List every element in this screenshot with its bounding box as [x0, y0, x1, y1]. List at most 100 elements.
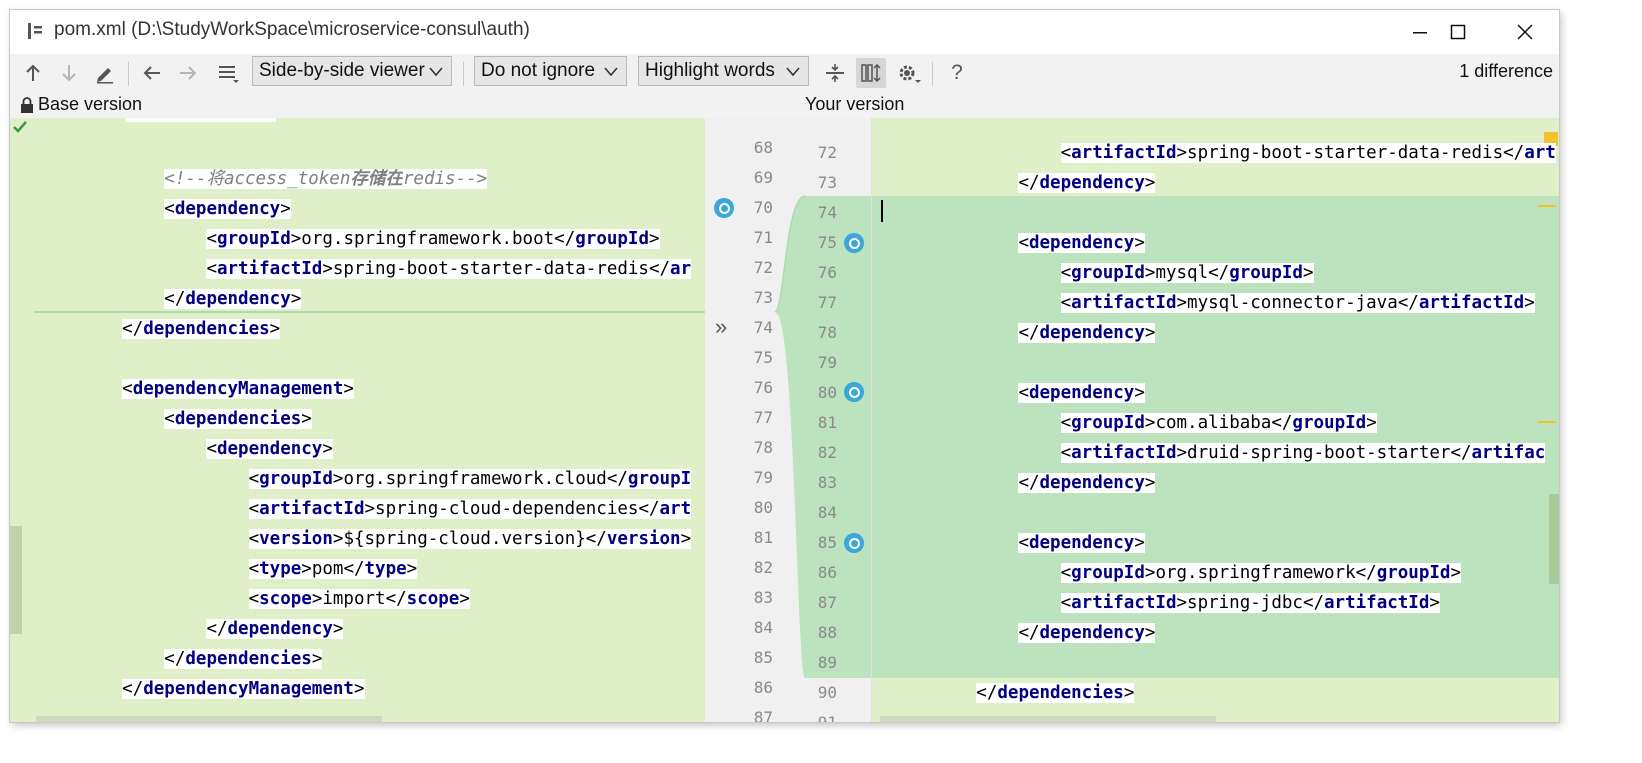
code-token: >: [1144, 263, 1156, 283]
help-button[interactable]: ?: [942, 58, 972, 88]
base-line-number: 78: [753, 438, 773, 457]
collapse-unchanged-button[interactable]: [820, 58, 850, 88]
close-button[interactable]: [1495, 10, 1555, 54]
code-line: </dependencyManagement>: [80, 674, 705, 704]
code-token: ar: [670, 259, 692, 279]
diff-badge-80[interactable]: [844, 382, 864, 402]
code-token: >: [301, 409, 312, 429]
left-scroll-marker: [10, 526, 22, 634]
code-token: pom: [311, 559, 344, 579]
code-token: artifactId: [1418, 293, 1525, 313]
code-token: </: [122, 319, 144, 339]
ignore-whitespace-select[interactable]: Do not ignore: [474, 56, 627, 86]
code-line: <dependency>: [892, 528, 1559, 558]
code-token: </: [385, 589, 407, 609]
code-token: dependencyManagement: [143, 679, 354, 699]
code-token: dependency: [227, 619, 333, 639]
close-icon: [1517, 24, 1533, 40]
code-line: <artifactId>druid-spring-boot-starter</a…: [892, 438, 1559, 468]
edit-source-button[interactable]: [90, 58, 120, 88]
code-token: dependencies: [997, 683, 1124, 703]
viewer-mode-select[interactable]: Side-by-side viewer: [252, 56, 452, 86]
compare-previous-file-button[interactable]: [137, 58, 167, 88]
code-token: groupId: [259, 469, 333, 489]
code-line: <groupId>com.alibaba</groupId>: [892, 408, 1559, 438]
highlight-mode-value: Highlight words: [645, 60, 775, 81]
code-token: >: [311, 649, 323, 669]
code-token: artifactId: [1071, 143, 1177, 163]
code-token: artifactId: [1324, 593, 1430, 613]
synchronize-scrolling-button[interactable]: [856, 58, 886, 88]
code-token: <: [164, 409, 175, 429]
code-token: <: [1060, 413, 1072, 433]
code-token: >: [301, 559, 312, 579]
next-difference-button[interactable]: [54, 58, 84, 88]
code-line: </dependency>: [80, 614, 705, 644]
chevron-down-icon: [429, 67, 443, 77]
code-line: <!--将access_token存储在redis-->: [80, 164, 705, 194]
code-token: <: [1060, 593, 1072, 613]
your-line-number: 77: [817, 293, 837, 312]
base-version-editor[interactable]: <!--将access_token存储在redis--> < dependency…: [10, 118, 705, 722]
base-line-number: 75: [753, 348, 773, 367]
maximize-button[interactable]: [1428, 10, 1488, 54]
code-token: </: [554, 229, 576, 249]
code-token: groupI: [627, 469, 692, 489]
code-token: </: [1271, 413, 1293, 433]
your-version-editor[interactable]: <artifactId>spring-boot-starter-data-red…: [872, 118, 1559, 722]
code-token: >: [1144, 563, 1156, 583]
your-line-number: 78: [817, 323, 837, 342]
text-cursor: [881, 200, 883, 222]
window-title: pom.xml (D:\StudyWorkSpace\microservice-…: [54, 19, 530, 40]
code-token: dependency: [1039, 473, 1145, 493]
code-token: scope: [406, 589, 460, 609]
apply-change-arrow-icon[interactable]: »: [715, 314, 727, 340]
code-token: >: [680, 529, 692, 549]
code-token: art: [659, 499, 692, 519]
settings-button[interactable]: [894, 58, 924, 88]
code-token: dependency: [1039, 173, 1145, 193]
your-line-number: 86: [817, 563, 837, 582]
code-token: spring-cloud-dependencies: [375, 499, 639, 519]
check-icon: [13, 121, 27, 133]
diff-badge-75[interactable]: [844, 233, 864, 253]
code-token: >: [1176, 293, 1188, 313]
base-line-number: 71: [753, 228, 773, 247]
arrow-down-icon: [62, 65, 76, 82]
diff-badge-85[interactable]: [844, 533, 864, 553]
code-token: dependency: [1039, 323, 1145, 343]
code-token: <: [248, 559, 260, 579]
code-token: </: [1018, 323, 1040, 343]
code-token: </: [1018, 473, 1040, 493]
highlight-mode-select[interactable]: Highlight words: [638, 56, 809, 86]
code-line: </dependency>: [892, 468, 1559, 498]
compare-next-file-button[interactable]: [173, 58, 203, 88]
code-token: com.alibaba: [1155, 413, 1272, 433]
your-line-number: 91: [797, 708, 837, 722]
code-line: <artifactId>spring-cloud-dependencies</a…: [80, 494, 705, 524]
base-line-number: 87: [753, 708, 773, 722]
code-token: dependencyManagement: [132, 379, 344, 399]
code-token: >: [353, 679, 365, 699]
code-line: <dependency>: [892, 378, 1559, 408]
file-list-button[interactable]: [213, 58, 243, 88]
code-token: <: [1018, 233, 1029, 253]
code-token: version: [606, 529, 681, 549]
previous-difference-button[interactable]: [18, 58, 48, 88]
base-line-number: 70: [753, 198, 773, 217]
code-line: </dependencies>: [80, 314, 705, 344]
